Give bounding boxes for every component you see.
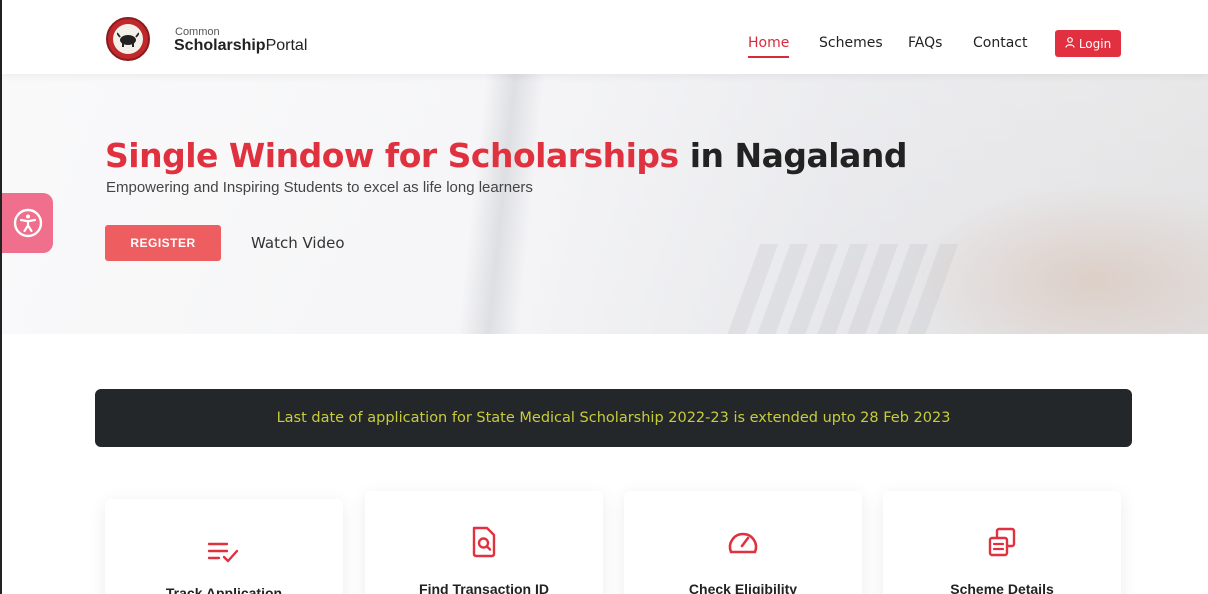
logo-text-main[interactable]: ScholarshipPortal: [174, 37, 307, 55]
card-label: Find Transaction ID: [419, 581, 549, 594]
login-button[interactable]: Login: [1055, 30, 1121, 57]
hero-banner: [2, 74, 1208, 334]
card-label: Track Application: [165, 585, 283, 594]
logo-seal-icon[interactable]: [106, 17, 150, 61]
register-button[interactable]: REGISTER: [105, 225, 221, 261]
announcement-text[interactable]: Last date of application for State Medic…: [277, 410, 951, 426]
announcement-bar: Last date of application for State Medic…: [95, 389, 1132, 447]
hero-title-rest: in Nagaland: [678, 136, 908, 175]
accessibility-icon: [13, 208, 42, 238]
nav-contact[interactable]: Contact: [973, 35, 1027, 51]
nav-faqs[interactable]: FAQs: [908, 35, 942, 51]
card-track-application[interactable]: Track Application: [105, 499, 343, 594]
list-check-icon: [207, 542, 239, 563]
copy-icon: [988, 527, 1016, 557]
logo-text-rest: Portal: [265, 37, 308, 54]
login-label: Login: [1078, 36, 1112, 51]
hero-title-highlight: Single Window for Scholarships: [105, 136, 679, 175]
watch-video-link[interactable]: Watch Video: [251, 234, 345, 252]
hero-title: Single Window for Scholarships in Nagala…: [105, 136, 907, 175]
hero-hand-decoration: [902, 184, 1208, 334]
hero-background-decoration: [458, 74, 546, 334]
site-header: Common ScholarshipPortal Home Schemes FA…: [2, 0, 1208, 74]
speedometer-icon: [728, 532, 758, 554]
nav-home[interactable]: Home: [748, 35, 790, 58]
card-label: Scheme Details: [950, 581, 1054, 594]
logo-text-bold: Scholarship: [174, 37, 266, 54]
card-scheme-details[interactable]: Scheme Details: [883, 491, 1121, 594]
card-check-eligibility[interactable]: Check Eligibility: [624, 491, 862, 594]
file-search-icon: [472, 526, 496, 558]
hero-subtitle: Empowering and Inspiring Students to exc…: [106, 179, 533, 196]
card-label: Check Eligibility: [688, 581, 798, 594]
accessibility-button[interactable]: [2, 193, 53, 253]
card-find-transaction-id[interactable]: Find Transaction ID: [365, 491, 603, 594]
user-icon: [1065, 36, 1075, 51]
nav-schemes[interactable]: Schemes: [819, 35, 883, 51]
